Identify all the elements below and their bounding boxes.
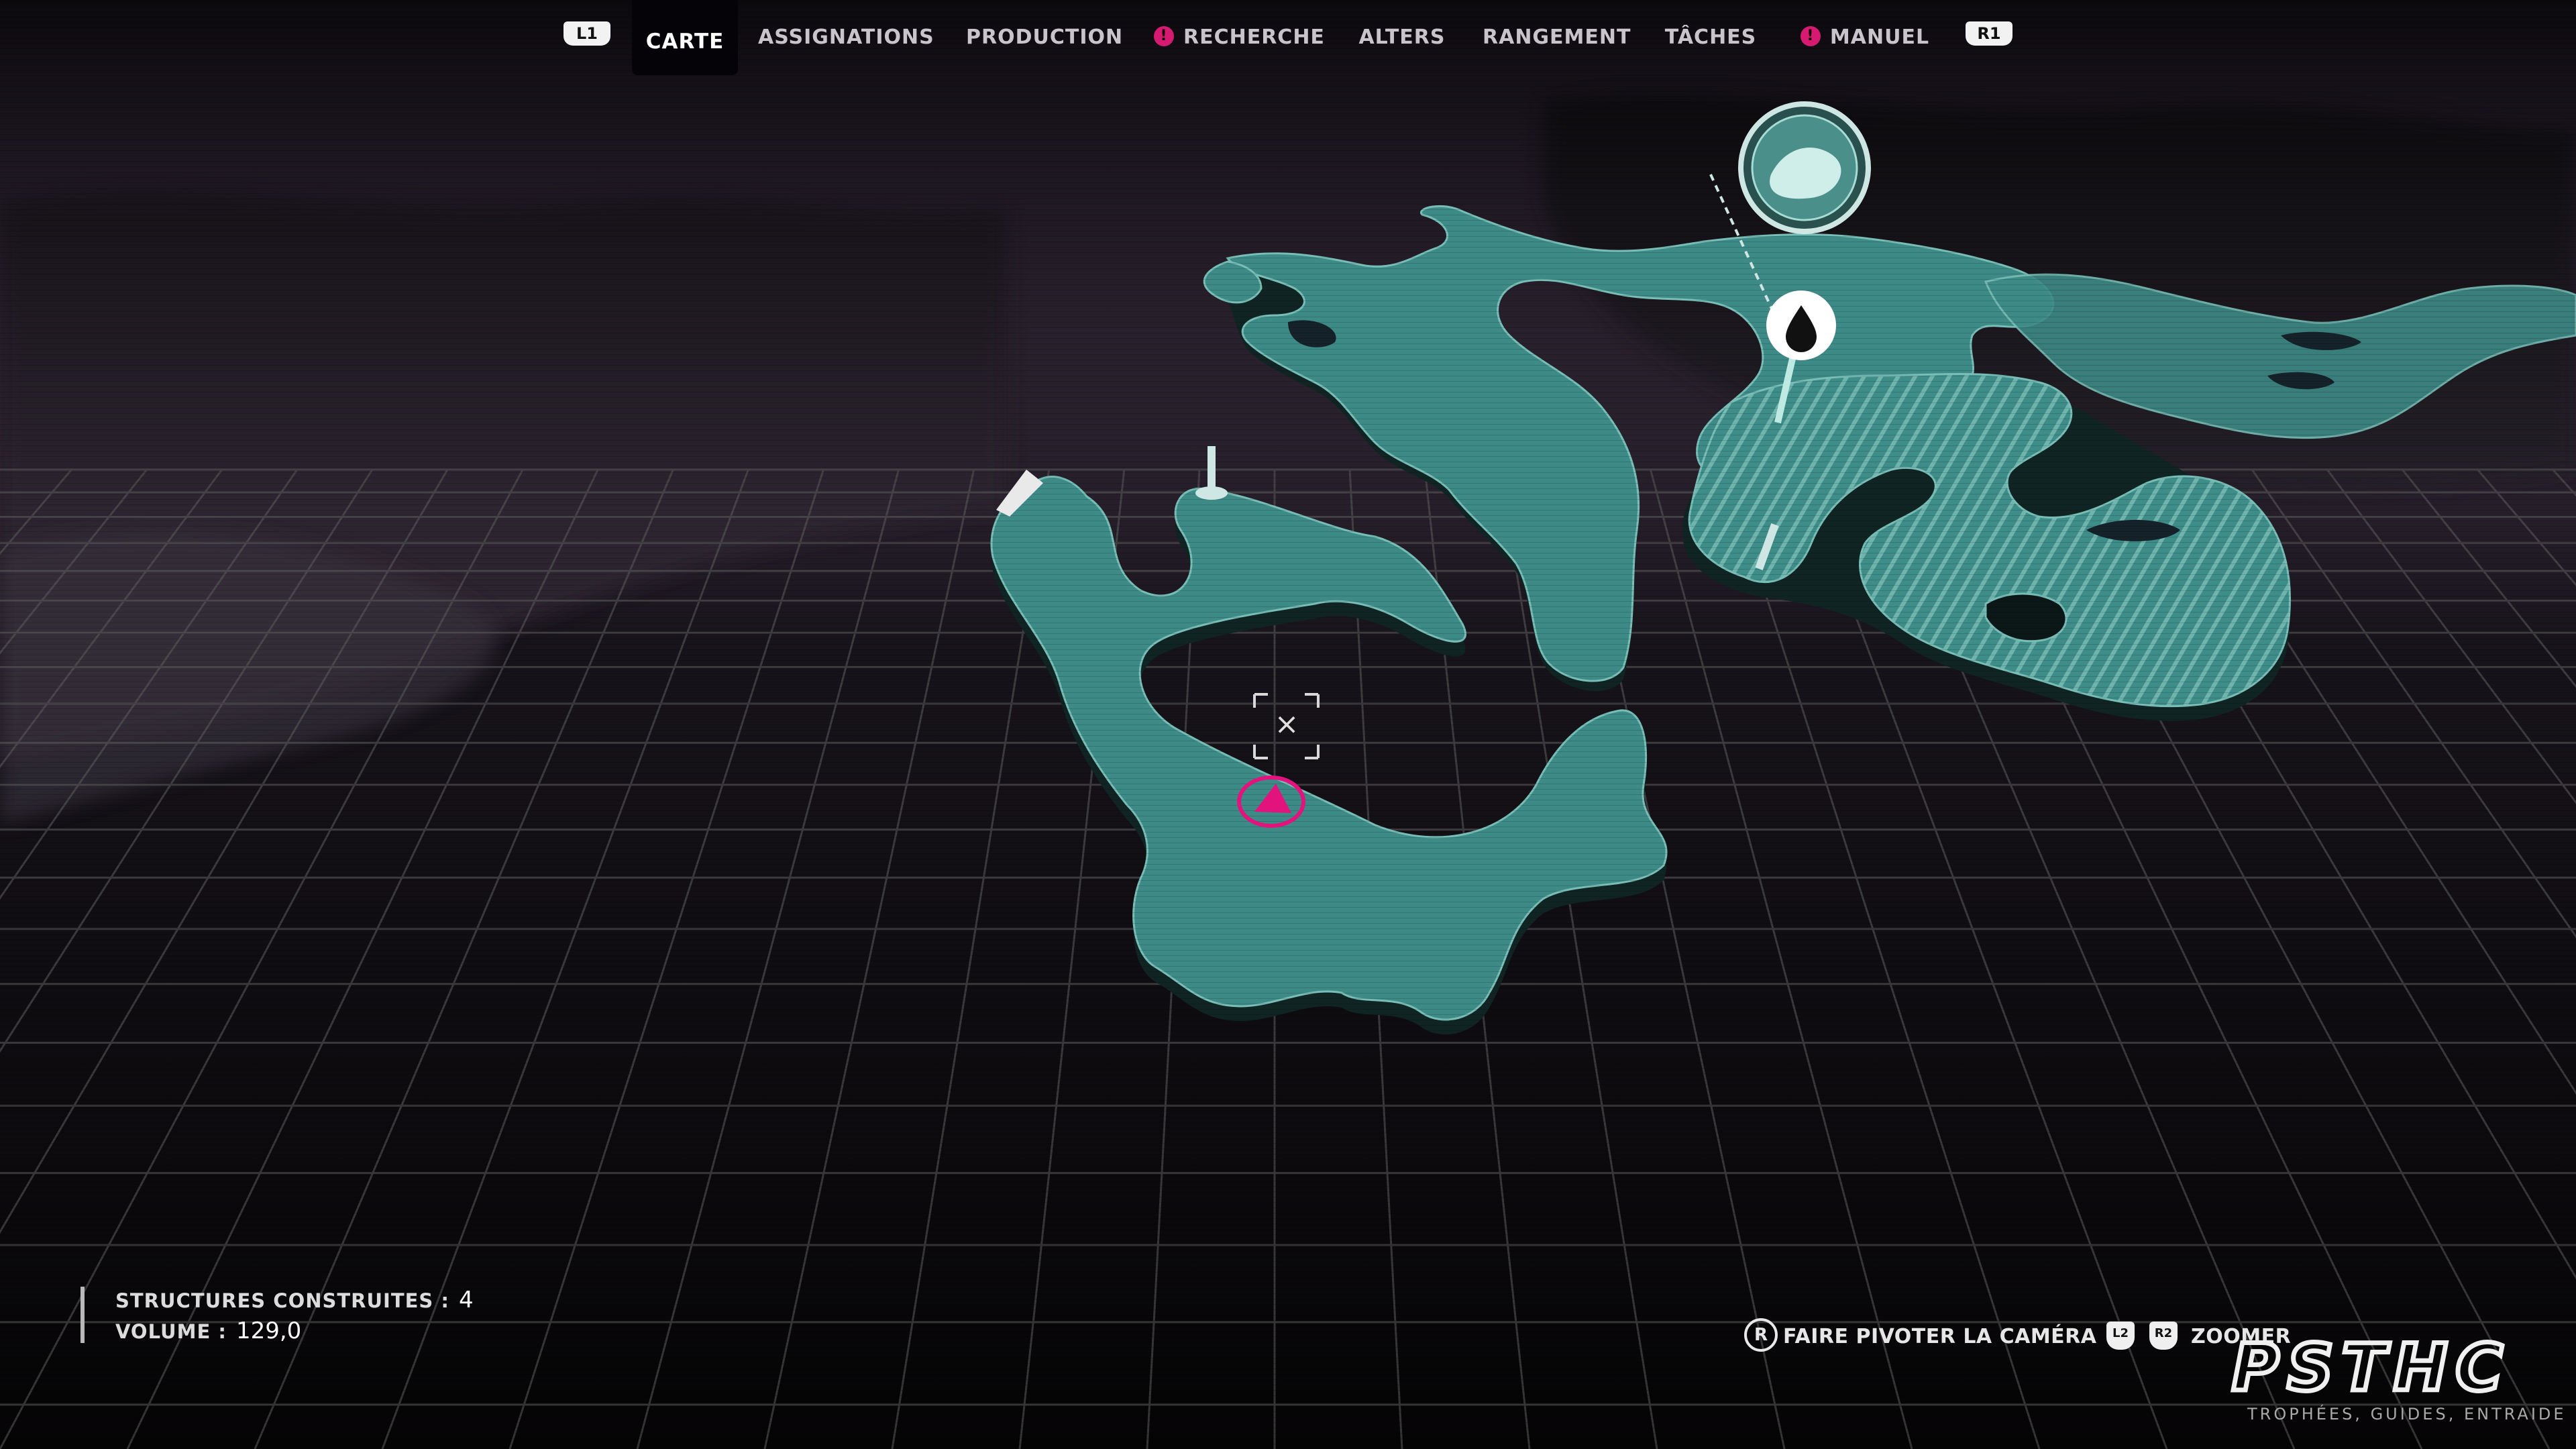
psthc-logo: PSTHC — [2230, 1339, 2511, 1397]
rotate-camera-hint: R FAIRE PIVOTER LA CAMÉRA — [1744, 1318, 2106, 1358]
alert-icon: ! — [1154, 25, 1174, 46]
tab-production[interactable]: PRODUCTION — [966, 0, 1124, 75]
tab-label: MANUEL — [1829, 25, 1930, 49]
tab-manuel[interactable]: ! MANUEL — [1791, 0, 1939, 75]
psthc-tagline: TROPHÉES, GUIDES, ENTRAIDE — [2247, 1405, 2567, 1424]
right-stick-icon: R — [1744, 1318, 1778, 1352]
volume-label: VOLUME : — [115, 1320, 227, 1343]
r1-bumper-icon[interactable]: R1 — [1966, 21, 2012, 46]
tab-assignations[interactable]: ASSIGNATIONS — [758, 0, 934, 75]
l1-bumper-icon[interactable]: L1 — [564, 21, 610, 46]
tab-label: RECHERCHE — [1183, 25, 1325, 49]
alert-icon: ! — [1800, 25, 1821, 46]
tab-label: RANGEMENT — [1483, 25, 1631, 49]
psthc-watermark: PSTHC TROPHÉES, GUIDES, ENTRAIDE — [2194, 1339, 2567, 1433]
psthc-logo-text: PSTHC — [2232, 1339, 2511, 1397]
l2-trigger-icon: L2 — [2106, 1322, 2135, 1350]
rotate-camera-label: FAIRE PIVOTER LA CAMÉRA — [1783, 1325, 2097, 1348]
structures-value: 4 — [459, 1287, 474, 1313]
structures-label: STRUCTURES CONSTRUITES : — [115, 1289, 449, 1312]
tab-label: PRODUCTION — [966, 25, 1124, 49]
volume-value: 129,0 — [235, 1318, 302, 1344]
tab-bar: L1 CARTE ASSIGNATIONS PRODUCTION ! RECHER… — [0, 0, 2576, 75]
volume-row: VOLUME : 129,0 — [115, 1318, 301, 1344]
tab-label: ASSIGNATIONS — [758, 25, 934, 49]
tab-label: ALTERS — [1358, 25, 1446, 49]
tab-label: CARTE — [645, 30, 724, 54]
tab-carte[interactable]: CARTE — [632, 0, 738, 75]
structures-row: STRUCTURES CONSTRUITES : 4 — [115, 1287, 474, 1313]
r2-trigger-icon: R2 — [2149, 1322, 2178, 1350]
svg-text:×: × — [1275, 707, 1299, 741]
base-stats: STRUCTURES CONSTRUITES : 4 VOLUME : 129,0 — [80, 1287, 550, 1344]
tab-alters[interactable]: ALTERS — [1355, 0, 1449, 75]
stats-divider — [80, 1287, 85, 1343]
tab-recherche[interactable]: ! RECHERCHE — [1154, 0, 1325, 75]
tab-rangement[interactable]: RANGEMENT — [1483, 0, 1630, 75]
tab-taches[interactable]: TÂCHES — [1664, 0, 1758, 75]
tab-label: TÂCHES — [1664, 25, 1757, 49]
map-scene[interactable]: × — [0, 0, 2576, 1449]
